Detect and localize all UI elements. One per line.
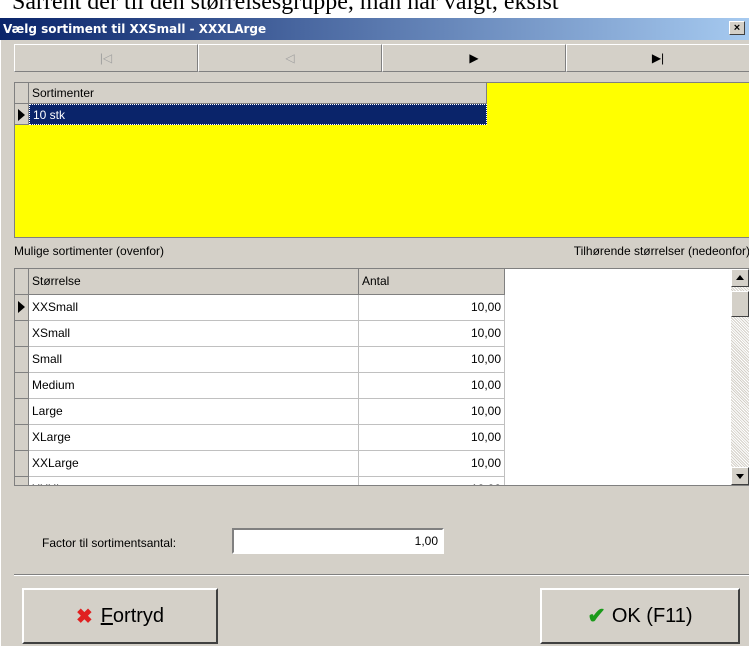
table-row[interactable]: XXXLarge10,00 [15, 477, 749, 485]
column-header-sortimenter[interactable]: Sortimenter [29, 83, 487, 104]
cancel-mnemonic: F [100, 604, 113, 627]
caption-available-sortiments: Mulige sortimenter (ovenfor) [14, 244, 165, 258]
row-indicator [15, 295, 29, 321]
current-row-arrow-icon [18, 301, 25, 313]
sortiment-cell[interactable]: 10 stk [29, 104, 487, 125]
nav-first-button[interactable]: |◁ [14, 44, 198, 72]
row-indicator [15, 321, 29, 347]
current-row-arrow-icon [18, 109, 25, 121]
close-button[interactable]: × [729, 21, 745, 35]
title-bar: Vælg sortiment til XXSmall - XXXLArge × [0, 18, 749, 40]
table-row[interactable]: XXSmall 10,00 [15, 295, 749, 321]
arrow-down-icon [736, 474, 744, 479]
factor-input[interactable]: 1,00 [232, 528, 444, 554]
table-row[interactable]: Small 10,00 [15, 347, 749, 373]
grid-corner [15, 269, 29, 295]
checkmark-icon: ✔ [587, 603, 606, 628]
row-indicator [15, 104, 29, 125]
size-cell[interactable]: Medium [29, 373, 359, 399]
row-indicator [15, 425, 29, 451]
column-header-antal[interactable]: Antal [359, 269, 505, 295]
cancel-button[interactable]: ✖ Fortryd [22, 588, 218, 644]
antal-cell[interactable]: 10,00 [359, 373, 505, 399]
antal-cell[interactable]: 10,00 [359, 347, 505, 373]
record-navigator: |◁ ◁ ▶ ▶| [14, 44, 749, 72]
antal-cell[interactable]: 10,00 [359, 295, 505, 321]
column-header-size[interactable]: Størrelse [29, 269, 359, 295]
antal-cell[interactable]: 10,00 [359, 425, 505, 451]
table-row[interactable]: XSmall 10,00 [15, 321, 749, 347]
antal-cell[interactable]: 10,00 [359, 321, 505, 347]
row-indicator [15, 399, 29, 425]
size-cell[interactable]: Large [29, 399, 359, 425]
row-indicator [15, 373, 29, 399]
row-indicator [15, 477, 29, 485]
table-row[interactable]: 10 stk [15, 104, 487, 125]
vertical-scrollbar[interactable] [731, 269, 749, 485]
ok-label: OK (F11) [611, 604, 693, 627]
window-title: Vælg sortiment til XXSmall - XXXLArge [3, 22, 267, 36]
size-cell[interactable]: XXXLarge [29, 477, 359, 485]
table-row[interactable]: Medium 10,00 [15, 373, 749, 399]
nav-next-button[interactable]: ▶ [382, 44, 566, 72]
table-row[interactable]: Large 10,00 [15, 399, 749, 425]
sortiment-grid: Sortimenter 10 stk [14, 82, 749, 238]
nav-prev-button[interactable]: ◁ [198, 44, 382, 72]
caption-associated-sizes: Tilhørende størrelser (nedeonfor) [573, 244, 749, 258]
scroll-down-button[interactable] [731, 467, 749, 485]
antal-cell[interactable]: 10,00 [359, 451, 505, 477]
cancel-label: ortryd [112, 604, 165, 627]
antal-cell[interactable]: 10,00 [359, 477, 505, 485]
nav-last-button[interactable]: ▶| [566, 44, 749, 72]
row-indicator [15, 347, 29, 373]
factor-panel: Factor til sortimentsantal: 1,00 [14, 490, 749, 570]
scroll-up-button[interactable] [731, 269, 749, 287]
grid-corner [15, 83, 29, 104]
size-cell[interactable]: XXSmall [29, 295, 359, 321]
row-indicator [15, 451, 29, 477]
table-row[interactable]: XXLarge 10,00 [15, 451, 749, 477]
size-cell[interactable]: XLarge [29, 425, 359, 451]
background-document-text: Sarrent der til den størrelsesgruppe, ma… [12, 0, 559, 15]
arrow-up-icon [736, 275, 744, 280]
ok-button[interactable]: ✔ OK (F11) [540, 588, 740, 644]
cancel-x-icon: ✖ [75, 605, 93, 628]
size-cell[interactable]: XXLarge [29, 451, 359, 477]
size-cell[interactable]: Small [29, 347, 359, 373]
size-grid: Størrelse Antal XXSmall 10,00 XSmall 10,00 S… [14, 268, 749, 486]
table-row[interactable]: XLarge 10,00 [15, 425, 749, 451]
scroll-thumb[interactable] [731, 291, 749, 317]
divider [14, 574, 749, 576]
factor-label: Factor til sortimentsantal: [42, 536, 177, 550]
size-cell[interactable]: XSmall [29, 321, 359, 347]
grid-captions: Mulige sortimenter (ovenfor) Tilhørende … [14, 240, 749, 262]
antal-cell[interactable]: 10,00 [359, 399, 505, 425]
